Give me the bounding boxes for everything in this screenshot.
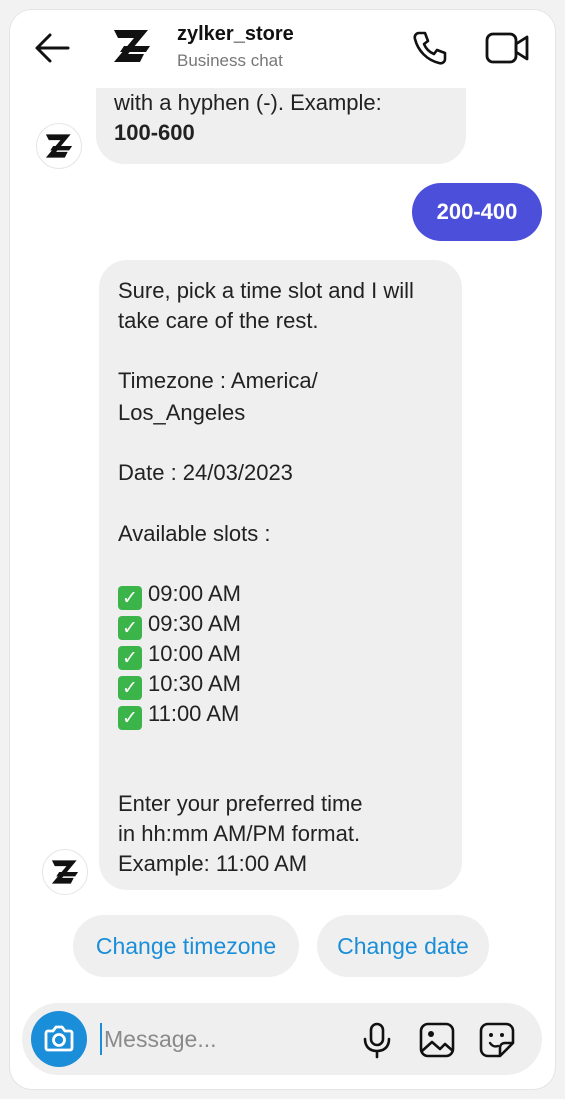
change-timezone-button[interactable]: Change timezone (73, 915, 299, 977)
avatar[interactable] (36, 123, 82, 169)
check-mark-icon: ✓ (118, 586, 142, 610)
message-line: Enter your preferred time (118, 791, 363, 816)
slot-item: ✓ 09:30 AM (118, 609, 241, 640)
chat-header: zylker_store Business chat (10, 10, 555, 88)
brand-logo-icon (45, 134, 73, 158)
slots-heading: Available slots : (118, 521, 271, 546)
chat-subtitle: Business chat (177, 51, 283, 70)
chat-title[interactable]: zylker_store (177, 23, 294, 46)
camera-icon (44, 1025, 74, 1052)
check-mark-icon: ✓ (118, 616, 142, 640)
message-line: Example: 11:00 AM (118, 851, 308, 876)
avatar[interactable] (42, 849, 88, 895)
sticker-icon[interactable] (478, 1021, 516, 1059)
message-text: with a hyphen (-). Example: (114, 90, 382, 115)
slot-item: ✓ 10:30 AM (118, 669, 241, 700)
check-mark-icon: ✓ (118, 676, 142, 700)
change-date-button[interactable]: Change date (317, 915, 489, 977)
chat-screen: zylker_store Business chat with a hyphen… (10, 10, 555, 1089)
brand-logo-icon (51, 860, 79, 884)
message-composer (22, 1003, 542, 1075)
message-line: in hh:mm AM/PM format. (118, 821, 361, 846)
message-line: take care of the rest. (118, 308, 319, 333)
video-camera-icon[interactable] (484, 28, 532, 68)
date-label: Date : 24/03/2023 (118, 460, 293, 485)
gallery-icon[interactable] (418, 1021, 456, 1059)
timezone-value: Los_Angeles (118, 400, 246, 425)
phone-icon[interactable] (410, 28, 450, 68)
slot-item: ✓ 11:00 AM (118, 699, 239, 730)
slot-item: ✓ 09:00 AM (118, 579, 241, 610)
check-mark-icon: ✓ (118, 646, 142, 670)
check-mark-icon: ✓ (118, 706, 142, 730)
message-line: Sure, pick a time slot and I will (118, 278, 414, 303)
slot-item: ✓ 10:00 AM (118, 639, 241, 670)
text-cursor (100, 1023, 102, 1055)
timezone-label: Timezone : America/ (118, 368, 318, 393)
outgoing-message: 200-400 (412, 183, 542, 241)
incoming-message: Sure, pick a time slot and I will take c… (99, 260, 462, 890)
camera-button[interactable] (31, 1011, 87, 1067)
message-input[interactable] (104, 1021, 344, 1057)
message-example: 100-600 (114, 120, 195, 145)
back-arrow-icon[interactable] (32, 30, 72, 66)
brand-logo-icon[interactable] (110, 24, 154, 68)
microphone-icon[interactable] (360, 1021, 394, 1059)
